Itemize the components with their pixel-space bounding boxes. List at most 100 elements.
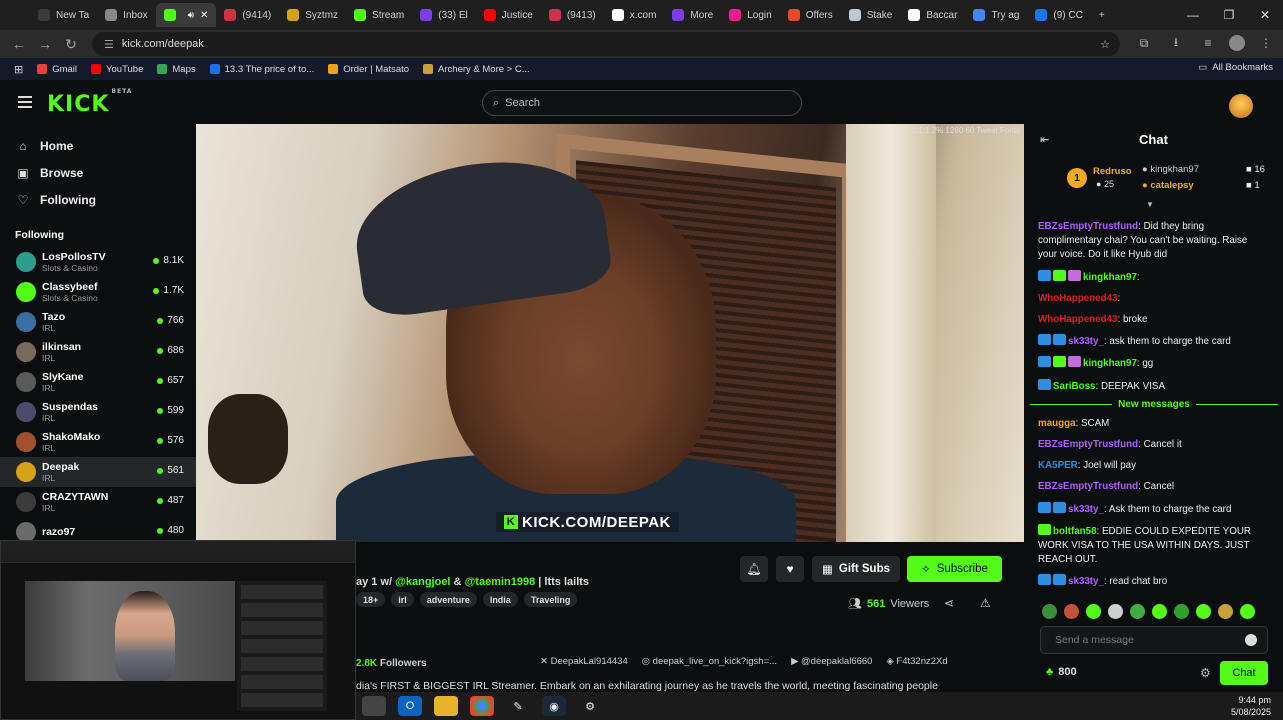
file-explorer-icon[interactable] [434, 696, 458, 716]
browser-tab[interactable]: Syztmz [279, 3, 346, 27]
back-icon[interactable]: ← [6, 31, 32, 57]
chat-username[interactable]: SariBoss [1053, 381, 1095, 392]
mention-link[interactable]: @kangjoel [395, 576, 450, 588]
stream-tag[interactable]: 18+ [356, 592, 386, 607]
browser-tab[interactable]: 🔊︎ ✕ [155, 3, 217, 27]
followed-channel[interactable]: SlyKane IRL 657 [0, 367, 196, 397]
emote-icon[interactable] [1130, 604, 1145, 619]
social-link[interactable]: ▶ @deepaklal6660 [791, 656, 872, 667]
emote-icon[interactable] [1174, 604, 1189, 619]
emote-icon[interactable] [1086, 604, 1101, 619]
app-icon[interactable] [362, 696, 386, 716]
browser-tab[interactable]: Login [721, 3, 779, 27]
browser-tab[interactable]: (33) El [412, 3, 475, 27]
followed-channel[interactable]: CRAZYTAWN IRL 487 [0, 487, 196, 517]
chat-username[interactable]: sk33ty_ [1068, 336, 1104, 347]
extension-icon[interactable]: ⧉ [1133, 32, 1155, 54]
chat-username[interactable]: sk33ty_ [1068, 504, 1104, 515]
minimize-icon[interactable]: — [1175, 0, 1211, 30]
followed-channel[interactable]: ShakoMako IRL 576 [0, 427, 196, 457]
stream-tag[interactable]: India [482, 592, 518, 607]
menu-icon[interactable]: ⋮ [1255, 32, 1277, 54]
chat-username[interactable]: boltfan58 [1053, 526, 1097, 537]
sidebar-nav-home[interactable]: ⌂ Home [0, 132, 196, 159]
site-info-icon[interactable]: ☰ [104, 38, 114, 51]
chat-message-input[interactable]: Send a message [1040, 626, 1268, 654]
stream-tag[interactable]: Traveling [523, 592, 578, 607]
emote-icon[interactable] [1064, 604, 1079, 619]
leaderboard-user[interactable]: ● kingkhan97 [1142, 164, 1199, 175]
followed-channel[interactable]: Deepak IRL 561 [0, 457, 196, 487]
outlook-icon[interactable]: O [398, 696, 422, 716]
emote-icon[interactable] [1240, 604, 1255, 619]
video-player[interactable]: 1:1:1 2% 1280 60 Tweet Fonts K KICK.COM/… [196, 124, 1024, 542]
bookmark-item[interactable]: Maps [157, 64, 196, 75]
emote-icon[interactable] [1218, 604, 1233, 619]
browser-tab[interactable]: More [664, 3, 721, 27]
chat-username[interactable]: KA5PER [1038, 460, 1078, 471]
browser-tab[interactable]: (9414) [216, 3, 279, 27]
notification-bell-button[interactable]: 🔔︎ [740, 556, 768, 582]
share-icon[interactable]: ⋖ [944, 596, 954, 610]
chat-username[interactable]: kingkhan97 [1083, 358, 1137, 369]
gift-subs-button[interactable]: ▦ Gift Subs [812, 556, 900, 582]
browser-tab[interactable]: Inbox [97, 3, 155, 27]
maximize-icon[interactable]: ❐ [1211, 0, 1247, 30]
chrome-icon[interactable] [470, 696, 494, 716]
settings-icon[interactable]: ⚙ [578, 696, 602, 716]
send-chat-button[interactable]: Chat [1220, 661, 1268, 685]
picture-in-picture-window[interactable] [0, 540, 356, 720]
social-link[interactable]: ◎ deepak_live_on_kick?igsh=... [642, 656, 777, 667]
profile-icon[interactable] [1229, 35, 1245, 51]
followed-channel[interactable]: Classybeef Slots & Casino 1.7K [0, 277, 196, 307]
steam-icon[interactable]: ◉ [542, 696, 566, 716]
chat-username[interactable]: WhoHappened43 [1038, 314, 1117, 325]
browser-tab[interactable]: (9413) [541, 3, 604, 27]
followed-channel[interactable]: ilkinsan IRL 686 [0, 337, 196, 367]
mention-link[interactable]: @taemin1998 [465, 576, 536, 588]
browser-tab[interactable]: Stream [346, 3, 412, 27]
subscribe-button[interactable]: ✧ Subscribe [907, 556, 1002, 582]
download-icon[interactable]: ⭳ [1165, 32, 1187, 54]
browser-tab[interactable]: New Ta [30, 3, 97, 27]
tab-close-icon[interactable]: ✕ [200, 10, 208, 21]
all-bookmarks[interactable]: ▭ All Bookmarks [1198, 62, 1273, 73]
followed-channel[interactable]: LosPollosTV Slots & Casino 8.1K [0, 247, 196, 277]
new-tab-button[interactable]: + [1091, 3, 1113, 27]
browser-tab[interactable]: x.com [604, 3, 665, 27]
browser-tab[interactable]: Offers [780, 3, 841, 27]
leaderboard-user[interactable]: ● catalepsy [1142, 180, 1194, 191]
emoji-picker-icon[interactable] [1245, 634, 1257, 646]
new-messages-divider[interactable]: New messages [1030, 399, 1278, 410]
chat-username[interactable]: EBZsEmptyTrustfund [1038, 439, 1138, 450]
stream-tag[interactable]: irl [391, 592, 414, 607]
bookmark-item[interactable]: 13.3 The price of to... [209, 64, 314, 75]
emote-icon[interactable] [1108, 604, 1123, 619]
bookmark-item[interactable]: Gmail [37, 64, 77, 75]
emote-icon[interactable] [1196, 604, 1211, 619]
browser-tab[interactable]: Try ag [965, 3, 1027, 27]
emote-icon[interactable] [1152, 604, 1167, 619]
audio-icon[interactable]: 🔊︎ [188, 10, 194, 21]
chat-username[interactable]: EBZsEmptyTrustfund [1038, 481, 1138, 492]
pen-icon[interactable]: ✎ [506, 696, 530, 716]
url-field[interactable]: ☰ kick.com/deepak ☆ [92, 32, 1120, 56]
chat-username[interactable]: kingkhan97 [1083, 272, 1137, 283]
collapse-chat-icon[interactable]: ⇤ [1040, 133, 1049, 146]
hamburger-menu-icon[interactable] [18, 96, 32, 108]
followed-channel[interactable]: Suspendas IRL 599 [0, 397, 196, 427]
bookmark-star-icon[interactable]: ☆ [1100, 38, 1110, 51]
media-icon[interactable]: ≡ [1197, 32, 1219, 54]
bookmark-item[interactable]: Order | Matsato [328, 64, 409, 75]
emote-icon[interactable] [1042, 604, 1057, 619]
search-input[interactable]: ⌕ Search [482, 90, 802, 116]
social-link[interactable]: ◈ F4t32nz2Xd [886, 656, 947, 667]
kick-logo[interactable]: KICKBETA [47, 88, 132, 117]
sidebar-nav-following[interactable]: ♡ Following [0, 186, 196, 213]
reload-icon[interactable]: ↻ [58, 31, 84, 57]
chat-username[interactable]: EBZsEmptyTrustfund [1038, 221, 1138, 232]
chat-username[interactable]: sk33ty_ [1068, 576, 1104, 587]
browser-tab[interactable]: Justice [476, 3, 541, 27]
channel-points[interactable]: ♣ 800 [1046, 666, 1077, 678]
follow-button[interactable]: ♥ [776, 556, 804, 582]
